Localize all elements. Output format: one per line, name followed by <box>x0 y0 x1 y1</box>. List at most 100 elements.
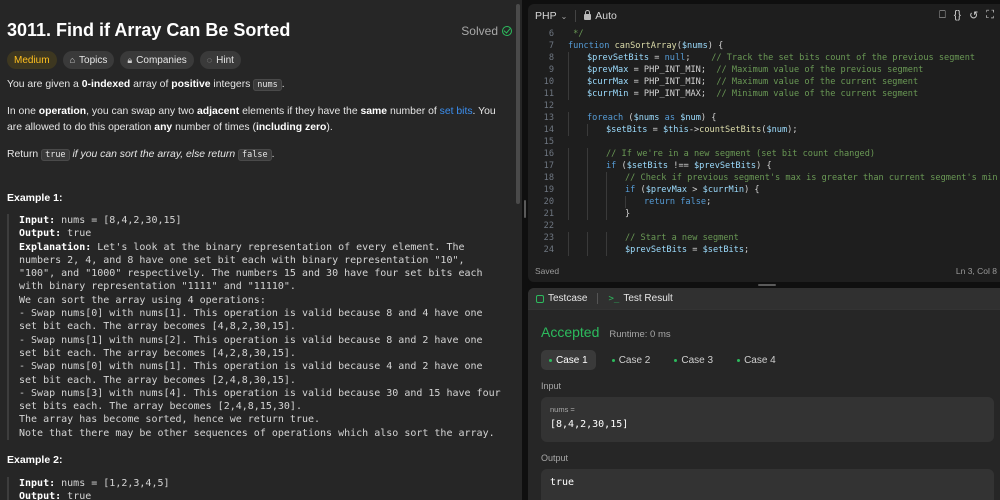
code-line[interactable]: 14 $setBits = $this->countSetBits($num); <box>528 124 1000 136</box>
line-number: 10 <box>543 77 554 87</box>
set-bits-link[interactable]: set bits <box>440 106 473 117</box>
code-text: return false; <box>644 197 712 207</box>
bookmark-icon[interactable]: ⎕ <box>939 9 946 22</box>
code-line[interactable]: 18 // Check if previous segment's max is … <box>528 172 1000 184</box>
hint-tag[interactable]: ◌ Hint <box>199 51 241 69</box>
check-circle-icon <box>502 26 512 36</box>
auto-mode-toggle[interactable]: Auto <box>584 10 617 22</box>
input-box: nums = [8,4,2,30,15] <box>541 397 994 442</box>
difficulty-badge[interactable]: Medium <box>7 51 57 69</box>
line-number: 22 <box>543 221 554 231</box>
code-line[interactable]: 21} <box>528 208 1000 220</box>
example-line: - Swap nums[3] with nums[4]. This operat… <box>19 387 507 413</box>
line-number: 17 <box>543 161 554 171</box>
chevron-down-icon: ⌄ <box>560 11 568 21</box>
solved-label: Solved <box>461 24 498 38</box>
code-line[interactable]: 6 */ <box>528 28 1000 40</box>
example-line: Output: true <box>19 228 92 240</box>
terminal-icon: >_ <box>608 293 620 304</box>
code-line[interactable]: 24 $prevSetBits = $setBits; <box>528 244 1000 256</box>
fullscreen-icon[interactable]: ⛶ <box>986 9 994 22</box>
input-value: [8,4,2,30,15] <box>550 419 629 430</box>
code-line[interactable]: 15 <box>528 136 1000 148</box>
code-line[interactable]: 10 $currMax = PHP_INT_MIN; // Maximum val… <box>528 76 1000 88</box>
problem-description: You are given a 0-indexed array of posit… <box>7 77 512 174</box>
topics-tag[interactable]: ⌂ Topics <box>62 51 115 69</box>
example-line: Note that there may be other sequences o… <box>19 427 495 439</box>
code-line[interactable]: 17 if ($setBits !== $prevSetBits) { <box>528 160 1000 172</box>
code-text: $prevSetBits = $setBits; <box>625 245 750 255</box>
case-tab-1[interactable]: Case 1 <box>541 350 596 370</box>
line-number: 14 <box>543 125 554 135</box>
description-scrollbar[interactable] <box>516 4 520 204</box>
tab-test-result[interactable]: >_ Test Result <box>608 293 672 304</box>
code-text: // If we're in a new segment (set bit co… <box>606 149 876 159</box>
line-number: 13 <box>543 113 554 123</box>
lock-icon <box>584 10 592 20</box>
code-text: // Start a new segment <box>625 233 739 243</box>
line-number: 16 <box>543 149 554 159</box>
code-line[interactable]: 19 if ($prevMax > $currMin) { <box>528 184 1000 196</box>
tag-icon: ⌂ <box>69 55 76 65</box>
code-line[interactable]: 9 $prevMax = PHP_INT_MIN; // Maximum valu… <box>528 64 1000 76</box>
example-2-title: Example 2: <box>7 454 63 466</box>
code-text: $currMin = PHP_INT_MAX; // Minimum value… <box>587 89 919 99</box>
line-number: 24 <box>543 245 554 255</box>
code-braces-icon[interactable]: {} <box>954 9 961 22</box>
line-number: 23 <box>543 233 554 243</box>
case-tab-2[interactable]: Case 2 <box>604 350 659 370</box>
code-text: $currMax = PHP_INT_MIN; // Maximum value… <box>587 77 919 87</box>
example-line: - Swap nums[0] with nums[1]. This operat… <box>19 308 489 333</box>
reset-icon[interactable]: ↺ <box>969 9 978 22</box>
case-tab-4[interactable]: Case 4 <box>729 350 784 370</box>
code-line[interactable]: 23 // Start a new segment <box>528 232 1000 244</box>
case-tab-3[interactable]: Case 3 <box>666 350 721 370</box>
tag-row: Medium ⌂ Topics 🔒︎ Companies ◌ Hint <box>7 51 241 69</box>
code-line[interactable]: 22 <box>528 220 1000 232</box>
example-line: Input: nums = [1,2,3,4,5] <box>19 478 170 489</box>
code-line[interactable]: 20 return false; <box>528 196 1000 208</box>
description-paragraph-2: In one operation, you can swap any two a… <box>7 106 496 133</box>
input-variable-name: nums = <box>550 405 575 414</box>
line-number: 15 <box>543 137 554 147</box>
code-area[interactable]: 6 */7 function canSortArray($nums) { 8 $pre… <box>528 28 1000 258</box>
code-line[interactable]: 12 <box>528 100 1000 112</box>
example-line: Output: true <box>19 491 92 500</box>
lock-icon: 🔒︎ <box>127 54 133 65</box>
problem-title[interactable]: 3011. Find if Array Can Be Sorted <box>7 20 290 41</box>
code-text: foreach ($nums as $num) { <box>587 113 717 123</box>
code-text: function canSortArray($nums) { <box>568 41 724 51</box>
example-line: - Swap nums[1] with nums[2]. This operat… <box>19 334 489 359</box>
input-label: Input <box>541 381 562 391</box>
line-number: 19 <box>543 185 554 195</box>
code-line[interactable]: 11 $currMin = PHP_INT_MAX; // Minimum val… <box>528 88 1000 100</box>
case-tabs: Case 1 Case 2 Case 3 Case 4 <box>541 350 784 370</box>
solved-indicator: Solved <box>461 24 512 38</box>
example-1-block: Input: nums = [8,4,2,30,15] Output: true E… <box>7 214 507 441</box>
line-number: 11 <box>543 89 554 99</box>
line-number: 7 <box>548 41 554 51</box>
example-line: We can sort the array using 4 operations… <box>19 294 266 306</box>
companies-tag[interactable]: 🔒︎ Companies <box>120 51 194 69</box>
code-text: $prevSetBits = null; // Track the set bi… <box>587 53 976 63</box>
code-line[interactable]: 16 // If we're in a new segment (set bit … <box>528 148 1000 160</box>
cursor-position: Ln 3, Col 8 <box>955 266 997 276</box>
example-line: Explanation: Let's look at the binary re… <box>19 241 489 293</box>
line-number: 8 <box>548 53 554 63</box>
code-text: } <box>625 209 631 219</box>
result-tabs: Testcase >_ Test Result <box>528 288 1000 310</box>
example-line: The array has become sorted, hence we re… <box>19 414 321 426</box>
line-number: 12 <box>543 101 554 111</box>
code-text: */ <box>568 29 584 39</box>
code-text: $setBits = $this->countSetBits($num); <box>606 125 798 135</box>
code-line[interactable]: 7 function canSortArray($nums) { <box>528 40 1000 52</box>
code-line[interactable]: 13 foreach ($nums as $num) { <box>528 112 1000 124</box>
line-number: 9 <box>548 65 554 75</box>
problem-panel: 3011. Find if Array Can Be Sorted Solved… <box>0 0 522 500</box>
code-line[interactable]: 8 $prevSetBits = null; // Track the set b… <box>528 52 1000 64</box>
runtime-text: Runtime: 0 ms <box>609 329 671 340</box>
code-text: $prevMax = PHP_INT_MIN; // Maximum value… <box>587 65 924 75</box>
tab-testcase[interactable]: Testcase <box>536 293 587 304</box>
verdict-row: Accepted Runtime: 0 ms <box>541 324 671 340</box>
language-select[interactable]: PHP ⌄ <box>535 10 567 22</box>
